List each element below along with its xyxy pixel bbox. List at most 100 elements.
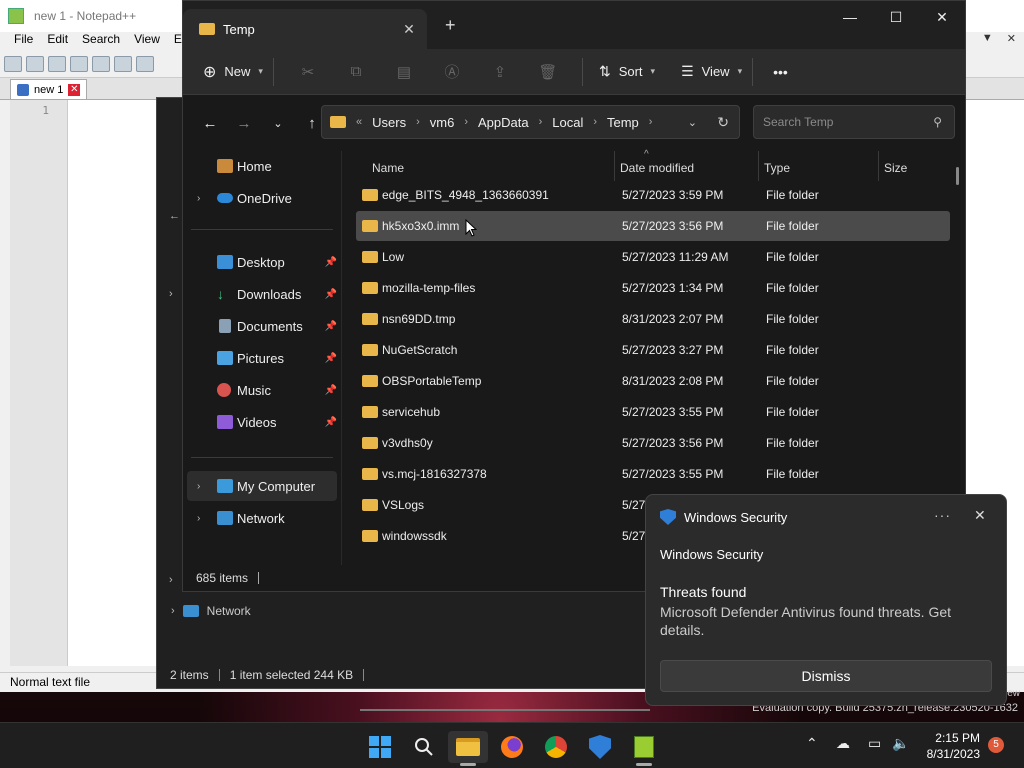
pin-icon[interactable]: 📌 [325, 257, 337, 268]
breadcrumb-users[interactable]: Users [372, 115, 406, 130]
column-header-type[interactable]: Type [764, 156, 790, 180]
menu-file[interactable]: File [14, 32, 33, 50]
close-file-icon[interactable] [92, 55, 110, 72]
sidebar-item-my-computer[interactable]: › My Computer [187, 471, 337, 501]
sidebar-item-desktop[interactable]: Desktop 📌 [183, 247, 341, 277]
share-icon[interactable]: ⇪ [476, 63, 524, 81]
new-button[interactable]: ⊕ New ▾ [203, 56, 263, 88]
file-row[interactable]: edge_BITS_4948_1363660391 5/27/2023 3:59… [356, 180, 950, 210]
column-header-size[interactable]: Size [884, 156, 907, 180]
refresh-icon[interactable]: ↻ [717, 114, 729, 131]
horizontal-scrollbar[interactable] [360, 709, 650, 711]
column-divider[interactable] [758, 151, 759, 181]
chevron-right-icon[interactable]: › [539, 116, 543, 128]
chevron-right-icon[interactable]: › [197, 193, 200, 204]
sidebar-item-downloads[interactable]: ↓ Downloads 📌 [183, 279, 341, 309]
minimize-icon[interactable]: — [827, 1, 873, 33]
save-icon[interactable] [48, 55, 66, 72]
file-row[interactable]: NuGetScratch 5/27/2023 3:27 PM File fold… [356, 335, 950, 365]
network-icon[interactable]: ▭ [868, 735, 881, 752]
file-row-selected[interactable]: hk5xo3x0.imm 5/27/2023 3:56 PM File fold… [356, 211, 950, 241]
cut-icon[interactable]: ✂ [284, 63, 332, 81]
new-file-icon[interactable] [4, 55, 22, 72]
onedrive-sync-icon[interactable]: ☁ [836, 735, 850, 752]
chevron-down-icon[interactable]: ▼ [982, 32, 993, 50]
taskbar-windows-security[interactable] [580, 731, 620, 763]
breadcrumb-local[interactable]: Local [552, 115, 583, 130]
chevron-right-icon[interactable]: › [593, 116, 597, 128]
sidebar-item-pictures[interactable]: Pictures 📌 [183, 343, 341, 373]
more-options-icon[interactable]: ··· [934, 507, 951, 523]
chevron-down-icon[interactable]: ⌄ [688, 116, 697, 129]
taskbar-firefox[interactable] [492, 731, 532, 763]
print-icon[interactable] [136, 55, 154, 72]
search-box[interactable]: ⚲ [753, 105, 955, 139]
menu-view[interactable]: View [134, 32, 160, 50]
pin-icon[interactable]: 📌 [325, 417, 337, 428]
new-tab-icon[interactable]: + [445, 15, 456, 36]
file-row[interactable]: mozilla-temp-files 5/27/2023 1:34 PM Fil… [356, 273, 950, 303]
copy-icon[interactable]: ⧉ [332, 63, 380, 80]
chevron-right-icon[interactable]: › [197, 481, 200, 492]
start-button[interactable] [360, 731, 400, 763]
column-divider[interactable] [878, 151, 879, 181]
column-header-date[interactable]: Date modified [620, 156, 694, 180]
toast-title[interactable]: Threats found [660, 584, 746, 600]
notification-badge[interactable]: 5 [988, 737, 1004, 753]
close-window-icon[interactable]: ✕ [919, 1, 965, 33]
taskbar-notepadpp[interactable] [624, 731, 664, 766]
chevron-right-icon[interactable]: › [169, 574, 173, 586]
breadcrumb-temp[interactable]: Temp [607, 115, 639, 130]
sidebar-item-onedrive[interactable]: › OneDrive [183, 183, 341, 213]
back-arrow-icon[interactable]: ← [193, 115, 227, 132]
taskbar-file-explorer[interactable] [448, 731, 488, 766]
open-file-icon[interactable] [26, 55, 44, 72]
chevron-right-icon[interactable]: › [197, 513, 200, 524]
pin-icon[interactable]: 📌 [325, 385, 337, 396]
rename-icon[interactable]: Ⓐ [428, 61, 476, 82]
taskbar-chrome[interactable] [536, 731, 576, 763]
close-all-icon[interactable] [114, 55, 132, 72]
sidebar-item-videos[interactable]: Videos 📌 [183, 407, 341, 437]
explorer-tab-temp[interactable]: Temp ✕ [183, 9, 427, 49]
close-icon[interactable]: ✕ [974, 507, 986, 524]
file-row[interactable]: v3vdhs0y 5/27/2023 3:56 PM File folder [356, 428, 950, 458]
view-button[interactable]: ☰ View ▾ [681, 56, 742, 88]
column-divider[interactable] [614, 151, 615, 181]
vertical-scrollbar[interactable] [956, 167, 959, 185]
chevron-right-icon[interactable]: › [464, 116, 468, 128]
forward-arrow-icon[interactable]: → [227, 115, 261, 132]
sidebar-item-network[interactable]: › Network [183, 503, 341, 533]
breadcrumb-overflow[interactable]: « [356, 116, 362, 128]
breadcrumb-vm6[interactable]: vm6 [430, 115, 455, 130]
more-options-icon[interactable]: ••• [773, 56, 788, 88]
pin-icon[interactable]: 📌 [325, 353, 337, 364]
close-icon[interactable]: ✕ [1007, 32, 1016, 50]
menu-edit[interactable]: Edit [47, 32, 68, 50]
system-clock[interactable]: 2:15 PM 8/31/2023 [927, 730, 980, 762]
save-all-icon[interactable] [70, 55, 88, 72]
sidebar-item-documents[interactable]: Documents 📌 [183, 311, 341, 341]
dismiss-button[interactable]: Dismiss [660, 660, 992, 692]
recent-locations-icon[interactable]: ⌄ [261, 117, 295, 130]
search-button[interactable] [404, 731, 444, 763]
search-input[interactable] [763, 115, 923, 129]
maximize-icon[interactable]: ☐ [873, 1, 919, 33]
chevron-right-icon[interactable]: › [169, 288, 173, 300]
paste-icon[interactable]: ▤ [380, 63, 428, 81]
chevron-up-icon[interactable]: ⌃ [806, 735, 818, 752]
sidebar-item-music[interactable]: Music 📌 [183, 375, 341, 405]
notepad-tab-new1[interactable]: new 1 ✕ [10, 79, 88, 99]
windows-security-toast[interactable]: Windows Security ··· ✕ Windows Security … [645, 494, 1007, 706]
file-row[interactable]: Low 5/27/2023 11:29 AM File folder [356, 242, 950, 272]
column-header-name[interactable]: Name [372, 156, 404, 180]
close-tab-icon[interactable]: ✕ [397, 21, 421, 38]
file-row[interactable]: vs.mcj-1816327378 5/27/2023 3:55 PM File… [356, 459, 950, 489]
explorer-titlebar[interactable]: Temp ✕ + — ☐ ✕ [183, 1, 965, 49]
delete-icon[interactable]: 🗑 [524, 63, 572, 81]
pin-icon[interactable]: 📌 [325, 321, 337, 332]
back-arrow-icon[interactable]: ← [169, 210, 180, 222]
chevron-right-icon[interactable]: › [416, 116, 420, 128]
file-row[interactable]: servicehub 5/27/2023 3:55 PM File folder [356, 397, 950, 427]
file-row[interactable]: OBSPortableTemp 8/31/2023 2:08 PM File f… [356, 366, 950, 396]
